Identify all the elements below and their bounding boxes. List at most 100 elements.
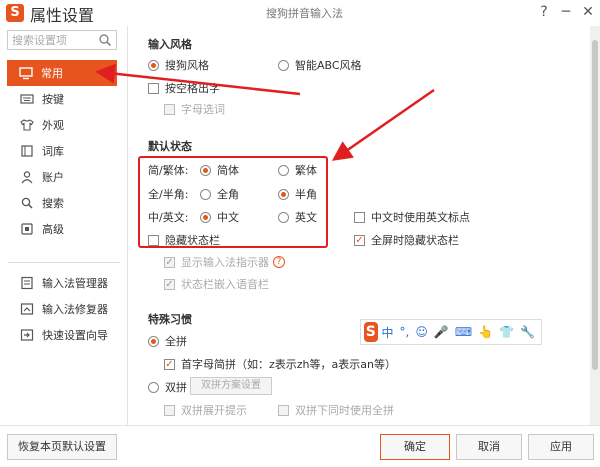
checkbox-letter-select[interactable]: 字母选词 xyxy=(164,101,225,117)
title-bar: S 属性设置 搜狗拼音输入法 ? ─ ✕ xyxy=(0,0,600,26)
checkbox-indicator[interactable] xyxy=(148,82,159,94)
skin-icon: 👕 xyxy=(499,325,515,339)
radio-indicator[interactable] xyxy=(148,381,159,393)
checkbox-indicator[interactable]: ✓ xyxy=(354,234,365,246)
sidebar-item-label: 账户 xyxy=(42,171,64,184)
search-icon[interactable] xyxy=(98,33,112,47)
radio-indicator[interactable] xyxy=(148,335,159,347)
user-icon xyxy=(21,171,33,184)
option-label: 搜狗风格 xyxy=(165,59,209,72)
sidebar-item-appearance[interactable]: 外观 xyxy=(0,112,128,138)
keyboard-icon: ⌨ xyxy=(454,325,473,339)
close-button[interactable]: ✕ xyxy=(578,2,598,22)
sidebar-item-label: 常用 xyxy=(41,67,63,80)
section-title-input-style: 输入风格 xyxy=(148,38,192,51)
sidebar-item-label: 搜索 xyxy=(42,197,64,210)
shuangpin-settings-button[interactable]: 双拼方案设置 xyxy=(190,377,272,395)
radio-quanpin[interactable]: 全拼 xyxy=(148,333,187,349)
sidebar-item-dictionary[interactable]: 词库 xyxy=(0,138,128,164)
checkbox-fullscreen-hide[interactable]: ✓ 全屏时隐藏状态栏 xyxy=(354,232,459,248)
restore-defaults-button[interactable]: 恢复本页默认设置 xyxy=(7,434,117,460)
option-label: 状态栏嵌入语音栏 xyxy=(181,278,269,291)
cancel-button[interactable]: 取消 xyxy=(456,434,522,460)
ok-button[interactable]: 确定 xyxy=(380,434,450,460)
keyboard-icon xyxy=(20,94,34,104)
settings-search-input[interactable] xyxy=(8,31,96,49)
radio-indicator[interactable] xyxy=(278,59,289,71)
window-subtitle: 搜狗拼音输入法 xyxy=(266,7,343,20)
checkbox-shuangpin-full[interactable]: 双拼下同时使用全拼 xyxy=(278,402,394,418)
minimize-button[interactable]: ─ xyxy=(556,2,576,22)
settings-search-box[interactable] xyxy=(7,30,117,50)
checkbox-indicator[interactable]: ✓ xyxy=(164,256,175,268)
option-label: 双拼展开提示 xyxy=(181,404,247,417)
monitor-icon xyxy=(19,67,33,80)
checkbox-indicator[interactable] xyxy=(164,103,175,115)
sidebar-item-account[interactable]: 账户 xyxy=(0,164,128,190)
sidebar-item-common[interactable]: 常用 xyxy=(7,60,117,86)
sidebar-item-label: 按键 xyxy=(42,93,64,106)
sidebar-divider xyxy=(8,262,120,263)
checkbox-embed-voice[interactable]: ✓ 状态栏嵌入语音栏 xyxy=(164,276,269,292)
option-label: 智能ABC风格 xyxy=(295,59,362,72)
advanced-icon xyxy=(21,223,33,235)
scrollbar-thumb[interactable] xyxy=(592,40,598,370)
sogou-logo-icon: S xyxy=(6,4,24,22)
sidebar-item-label: 外观 xyxy=(42,119,64,132)
checkbox-indicator[interactable]: ✓ xyxy=(164,358,175,370)
checkbox-show-indicator[interactable]: ✓ 显示输入法指示器 ? xyxy=(164,254,285,270)
punctuation-icon: °, xyxy=(399,325,410,339)
search-icon xyxy=(21,197,33,209)
option-label: 双拼下同时使用全拼 xyxy=(295,404,394,417)
sidebar-item-label: 快速设置向导 xyxy=(42,329,108,342)
option-label: 全拼 xyxy=(165,335,187,348)
chinese-mode-icon: 中 xyxy=(381,325,394,340)
checkbox-indicator[interactable] xyxy=(278,404,289,416)
help-icon[interactable]: ? xyxy=(273,256,285,268)
sidebar-item-keys[interactable]: 按键 xyxy=(0,86,128,112)
wrench-icon: 🔧 xyxy=(520,325,535,339)
arrow-to-default-state xyxy=(331,88,435,161)
sidebar-item-label: 输入法修复器 xyxy=(42,303,108,316)
option-label: 字母选词 xyxy=(181,103,225,116)
checkbox-indicator[interactable] xyxy=(164,404,175,416)
window-title: 属性设置 xyxy=(30,6,95,25)
sidebar-tool-ime-repair[interactable]: 输入法修复器 xyxy=(0,296,128,322)
sidebar-tool-ime-manager[interactable]: 输入法管理器 xyxy=(0,270,128,296)
sidebar-item-label: 词库 xyxy=(42,145,64,158)
help-button[interactable]: ? xyxy=(534,2,554,22)
repair-icon xyxy=(20,303,34,315)
apply-button[interactable]: 应用 xyxy=(528,434,594,460)
sidebar-item-search[interactable]: 搜索 xyxy=(0,190,128,216)
highlight-box xyxy=(138,156,328,248)
option-label: 中文时使用英文标点 xyxy=(371,211,470,224)
sidebar-tool-setup-wizard[interactable]: 快速设置向导 xyxy=(0,322,128,348)
hand-icon: 👆 xyxy=(478,325,494,339)
option-label: 首字母简拼（如：z表示zh等，a表示an等） xyxy=(181,358,396,371)
option-label: 双拼 xyxy=(165,381,187,394)
section-title-special-habits: 特殊习惯 xyxy=(148,313,192,326)
sogou-logo-icon: S xyxy=(364,322,378,342)
checkbox-initial-abbrev[interactable]: ✓ 首字母简拼（如：z表示zh等，a表示an等） xyxy=(164,356,396,372)
option-label: 全屏时隐藏状态栏 xyxy=(371,234,459,247)
checkbox-cn-en-punct[interactable]: 中文时使用英文标点 xyxy=(354,209,470,225)
microphone-icon: 🎤 xyxy=(433,325,449,339)
wizard-icon xyxy=(20,329,34,341)
radio-shuangpin[interactable]: 双拼 xyxy=(148,379,187,395)
checkbox-indicator[interactable] xyxy=(354,211,365,223)
checkbox-indicator[interactable]: ✓ xyxy=(164,278,175,290)
section-title-default-state: 默认状态 xyxy=(148,140,192,153)
shirt-icon xyxy=(20,119,34,131)
option-label: 显示输入法指示器 xyxy=(181,256,269,269)
radio-indicator[interactable] xyxy=(148,59,159,71)
option-label: 按空格出字 xyxy=(165,82,220,95)
footer: 恢复本页默认设置 确定 取消 应用 xyxy=(0,425,600,467)
sidebar: 常用 按键 外观 词库 账户 搜索 高级 输入法管理器 输入法修复器 快速设置向… xyxy=(0,26,128,425)
checkbox-shuangpin-expand[interactable]: 双拼展开提示 xyxy=(164,402,247,418)
emoji-icon: ☺ xyxy=(415,325,428,339)
checkbox-space-output[interactable]: 按空格出字 xyxy=(148,80,220,96)
sidebar-item-advanced[interactable]: 高级 xyxy=(0,216,128,242)
radio-abc-style[interactable]: 智能ABC风格 xyxy=(278,57,362,73)
radio-sogou-style[interactable]: 搜狗风格 xyxy=(148,57,209,73)
sidebar-item-label: 高级 xyxy=(42,223,64,236)
